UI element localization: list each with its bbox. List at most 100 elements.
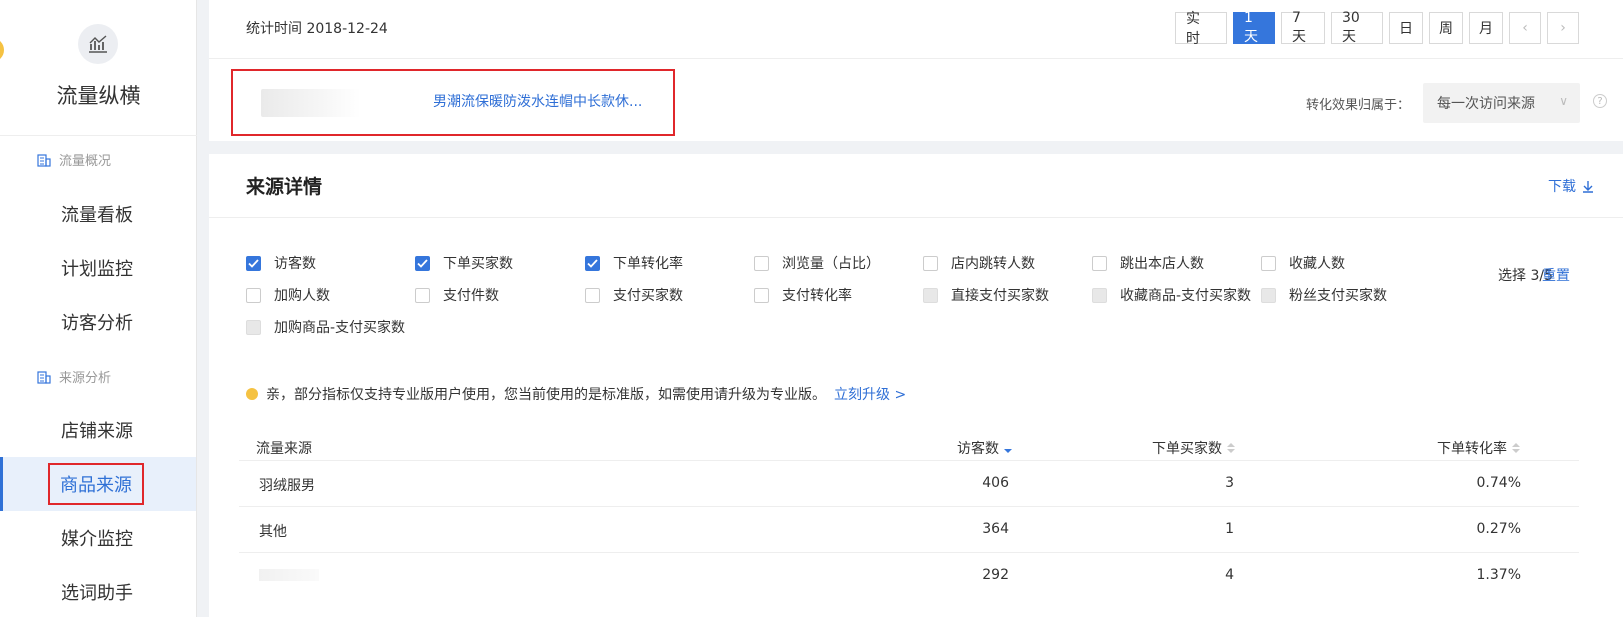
prev-period-button[interactable]: ‹	[1509, 12, 1541, 44]
metric-option[interactable]: 跳出本店人数	[1092, 253, 1204, 273]
sidebar-group-source: 来源分析	[37, 367, 111, 386]
sidebar-group-overview: 流量概况	[37, 150, 111, 169]
table-cell: 其他	[259, 524, 287, 540]
period-month-button[interactable]: 月	[1469, 12, 1503, 44]
next-period-button[interactable]: ›	[1547, 12, 1579, 44]
table-row: 292 4 1.37%	[239, 552, 1579, 598]
sidebar-item-media-monitor[interactable]: 媒介监控	[0, 511, 196, 565]
sidebar-divider	[0, 135, 197, 136]
metric-option[interactable]: 浏览量（占比）	[754, 253, 880, 273]
checkbox-checked-icon[interactable]	[585, 255, 600, 271]
brand-title: 流量纵横	[56, 84, 141, 108]
metric-label: 下单转化率	[613, 256, 683, 272]
building-icon	[37, 370, 51, 384]
attribution-label: 转化效果归属于：	[1306, 98, 1411, 113]
sidebar-item-label: 商品来源	[48, 463, 144, 505]
period-7day-button[interactable]: 7天	[1281, 10, 1325, 45]
checkbox-checked-icon[interactable]	[246, 255, 261, 271]
product-highlight-box: 男潮流保暖防泼水连帽中长款休...	[231, 69, 675, 136]
sidebar-item-keyword-helper[interactable]: 选词助手	[0, 565, 196, 617]
table-header-visitors[interactable]: 访客数	[957, 438, 1012, 458]
source-detail-card: 来源详情 下载 访客数 下单买家数 下单转化率 浏览量（占比） 店内跳转人数 跳出本店人数…	[209, 154, 1623, 617]
period-1day-button[interactable]: 1天	[1233, 10, 1275, 45]
metric-option: 加购商品-支付买家数	[246, 317, 405, 337]
chevron-down-icon: ∨	[1559, 94, 1568, 108]
chevron-right-icon: ›	[1560, 20, 1566, 36]
metric-option[interactable]: 加购人数	[246, 285, 330, 305]
table-header-order-rate[interactable]: 下单转化率	[1437, 438, 1520, 458]
table-header-source: 流量来源	[256, 438, 312, 458]
brand-badge	[0, 38, 4, 62]
metric-option[interactable]: 支付买家数	[585, 285, 683, 305]
table-cell: 0.27%	[1476, 521, 1521, 537]
checkbox-icon[interactable]	[246, 287, 261, 303]
table-header-order-buyers[interactable]: 下单买家数	[1152, 438, 1235, 458]
attribution-value: 每一次访问来源	[1437, 96, 1535, 112]
sidebar-item-shop-source[interactable]: 店铺来源	[0, 403, 196, 457]
sidebar-item-traffic-board[interactable]: 流量看板	[0, 187, 196, 241]
metric-label: 加购商品-支付买家数	[274, 320, 406, 336]
upgrade-link[interactable]: 立刻升级 >	[834, 384, 906, 404]
checkbox-icon	[246, 319, 261, 335]
sidebar-item-label: 计划监控	[61, 259, 133, 280]
checkbox-checked-icon[interactable]	[415, 255, 430, 271]
period-day-button[interactable]: 日	[1389, 12, 1423, 44]
metric-label: 下单买家数	[443, 256, 513, 272]
product-title-link[interactable]: 男潮流保暖防泼水连帽中长款休...	[433, 91, 642, 111]
attribution-select[interactable]: 每一次访问来源 ∨	[1423, 83, 1580, 123]
section-divider	[209, 217, 1623, 218]
metric-option[interactable]: 访客数	[246, 253, 316, 273]
period-week-button[interactable]: 周	[1429, 12, 1463, 44]
sidebar-item-visitor-analysis[interactable]: 访客分析	[0, 295, 196, 349]
metric-label: 访客数	[274, 256, 316, 272]
sidebar-item-label: 店铺来源	[61, 421, 133, 442]
building-icon	[37, 153, 51, 167]
metric-label: 收藏人数	[1289, 256, 1345, 272]
metric-label: 收藏商品-支付买家数	[1120, 288, 1252, 304]
metric-label: 粉丝支付买家数	[1289, 288, 1387, 304]
table-cell: 1.37%	[1476, 567, 1521, 583]
download-button[interactable]: 下载	[1548, 176, 1594, 196]
sort-icon	[1512, 443, 1520, 453]
help-icon[interactable]: ?	[1593, 94, 1607, 108]
blurred-cell	[259, 569, 319, 581]
checkbox-icon[interactable]	[415, 287, 430, 303]
metric-label: 加购人数	[274, 288, 330, 304]
sidebar-item-product-source[interactable]: 商品来源	[0, 457, 196, 511]
reset-button[interactable]: 重置	[1542, 265, 1570, 285]
sidebar-group-label: 流量概况	[59, 154, 112, 169]
metric-label: 店内跳转人数	[951, 256, 1035, 272]
download-label: 下载	[1548, 179, 1576, 195]
period-realtime-button[interactable]: 实 时	[1175, 11, 1227, 47]
top-card: 统计时间 2018-12-24 实 时 1天 7天 30天 日 周 月 ‹ › …	[209, 0, 1623, 141]
checkbox-icon[interactable]	[923, 255, 938, 271]
checkbox-icon[interactable]	[754, 287, 769, 303]
metric-option[interactable]: 店内跳转人数	[923, 253, 1035, 273]
stat-time: 统计时间 2018-12-24	[246, 21, 388, 37]
sidebar-item-plan-monitor[interactable]: 计划监控	[0, 241, 196, 295]
header-label: 下单买家数	[1152, 441, 1222, 457]
period-selector: 实 时 1天 7天 30天 日 周 月 ‹ ›	[1175, 10, 1579, 47]
metric-option[interactable]: 下单转化率	[585, 253, 683, 273]
sidebar-item-label: 访客分析	[61, 313, 133, 334]
table-cell: 羽绒服男	[259, 478, 315, 494]
sidebar-item-label: 媒介监控	[61, 529, 133, 550]
period-30day-button[interactable]: 30天	[1331, 10, 1383, 45]
checkbox-icon[interactable]	[754, 255, 769, 271]
notice-text: 亲，部分指标仅支持专业版用户使用，您当前使用的是标准版，如需使用请升级为专业版。	[266, 387, 826, 403]
checkbox-icon[interactable]	[585, 287, 600, 303]
metric-option: 直接支付买家数	[923, 285, 1049, 305]
metric-option[interactable]: 收藏人数	[1261, 253, 1345, 273]
table-cell: 3	[1225, 475, 1234, 491]
metric-option[interactable]: 支付件数	[415, 285, 499, 305]
metric-label: 跳出本店人数	[1120, 256, 1204, 272]
checkbox-icon[interactable]	[1261, 255, 1276, 271]
metric-option: 收藏商品-支付买家数	[1092, 285, 1251, 305]
checkbox-icon[interactable]	[1092, 255, 1107, 271]
table-row: 其他 364 1 0.27%	[239, 506, 1579, 552]
table-cell: 0.74%	[1476, 475, 1521, 491]
metric-option[interactable]: 下单买家数	[415, 253, 513, 273]
header-label: 流量来源	[256, 441, 312, 457]
upgrade-notice: 亲，部分指标仅支持专业版用户使用，您当前使用的是标准版，如需使用请升级为专业版。…	[246, 384, 906, 404]
metric-option[interactable]: 支付转化率	[754, 285, 852, 305]
